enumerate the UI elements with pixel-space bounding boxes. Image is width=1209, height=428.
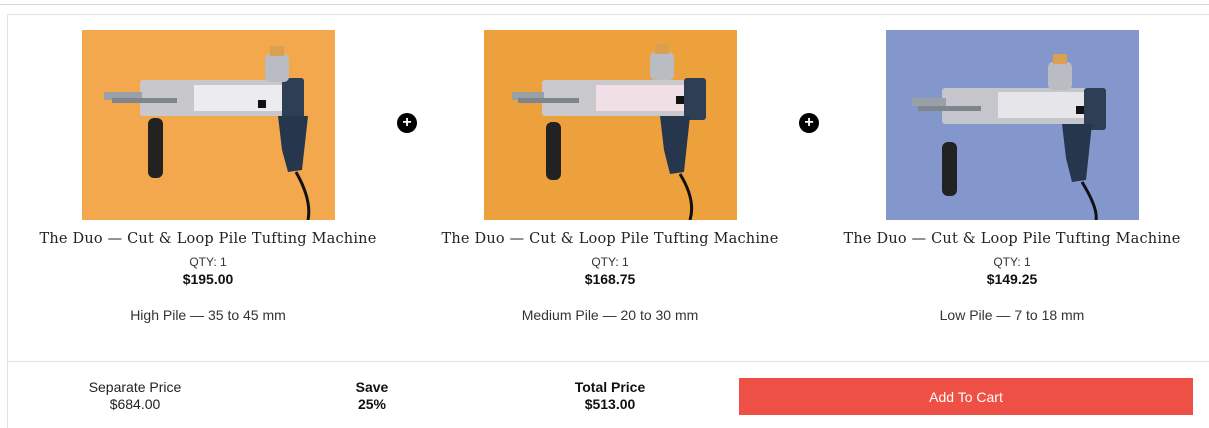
plus-icon: + <box>397 113 417 133</box>
separate-price-label: Separate Price <box>88 379 182 395</box>
product-title[interactable]: The Duo — Cut & Loop Pile Tufting Machin… <box>430 231 790 247</box>
product-image[interactable] <box>81 30 335 220</box>
tufting-gun-icon <box>885 30 1139 220</box>
product-title[interactable]: The Duo — Cut & Loop Pile Tufting Machin… <box>832 231 1192 247</box>
summary-divider <box>7 361 1209 362</box>
save-label: Save <box>355 379 389 395</box>
bundle-product-1: The Duo — Cut & Loop Pile Tufting Machin… <box>28 30 388 323</box>
separate-price-value: $684.00 <box>109 396 161 412</box>
product-image[interactable] <box>483 30 737 220</box>
product-title[interactable]: The Duo — Cut & Loop Pile Tufting Machin… <box>28 231 388 247</box>
bundle-product-3: The Duo — Cut & Loop Pile Tufting Machin… <box>832 30 1192 323</box>
total-price: Total Price $513.00 <box>555 379 665 413</box>
total-price-value: $513.00 <box>584 396 636 412</box>
total-price-label: Total Price <box>574 379 646 395</box>
product-price: $195.00 <box>182 271 234 287</box>
product-variant: Low Pile — 7 to 18 mm <box>939 307 1085 323</box>
product-variant: High Pile — 35 to 45 mm <box>130 307 286 323</box>
product-image[interactable] <box>885 30 1139 220</box>
product-price: $149.25 <box>986 271 1038 287</box>
product-variant: Medium Pile — 20 to 30 mm <box>521 307 699 323</box>
separate-price: Separate Price $684.00 <box>70 379 200 413</box>
product-price: $168.75 <box>584 271 636 287</box>
save-value: 25% <box>357 396 387 412</box>
tufting-gun-icon <box>483 30 737 220</box>
save-percent: Save 25% <box>322 379 422 413</box>
plus-icon: + <box>799 113 819 133</box>
product-qty: QTY: 1 <box>993 255 1031 269</box>
bundle-product-2: The Duo — Cut & Loop Pile Tufting Machin… <box>430 30 790 323</box>
product-qty: QTY: 1 <box>591 255 629 269</box>
product-qty: QTY: 1 <box>189 255 227 269</box>
add-to-cart-button[interactable]: Add To Cart <box>739 378 1193 415</box>
tufting-gun-icon <box>81 30 335 220</box>
top-divider <box>0 4 1209 5</box>
